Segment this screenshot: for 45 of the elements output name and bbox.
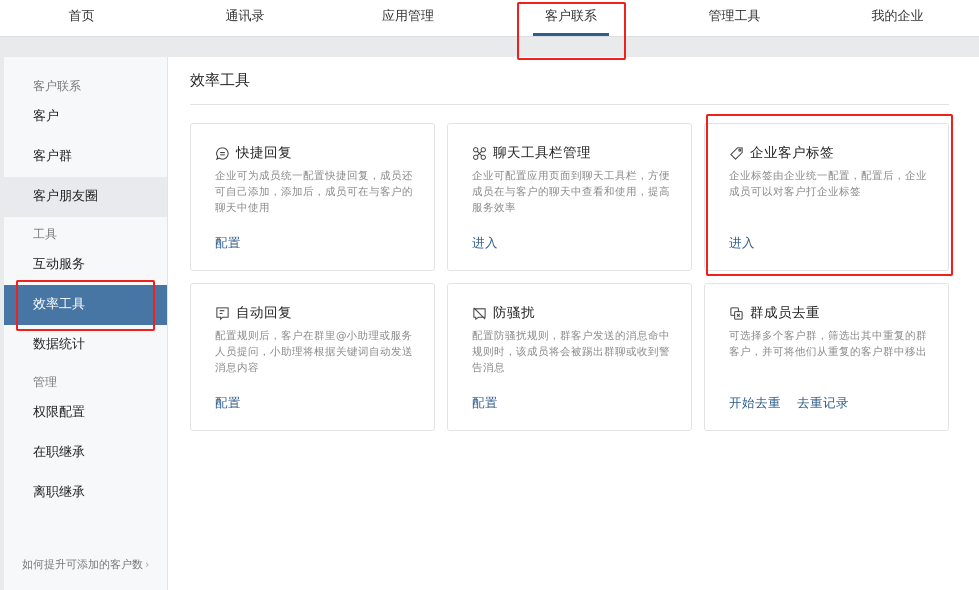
sidebar-item[interactable]: 互动服务 <box>4 245 167 285</box>
sidebar-item[interactable]: 客户 <box>4 97 167 137</box>
card-link[interactable]: 配置 <box>472 395 498 412</box>
card-title: 快捷回复 <box>236 144 292 162</box>
sidebar-item[interactable]: 数据统计 <box>4 325 167 365</box>
nav-tab[interactable]: 通讯录 <box>213 0 276 36</box>
card-description: 企业可配置应用页面到聊天工具栏，方便成员在与客户的聊天中查看和使用，提高服务效率 <box>472 169 671 216</box>
card-link[interactable]: 进入 <box>472 235 498 252</box>
card-link[interactable]: 去重记录 <box>797 395 849 412</box>
sidebar-item[interactable]: 权限配置 <box>4 393 167 433</box>
tag-icon <box>729 146 744 160</box>
sidebar-group-title: 管理 <box>32 374 58 391</box>
sidebar-group-title: 客户联系 <box>32 78 82 95</box>
sidebar-item[interactable]: 离职继承 <box>4 473 167 513</box>
card-description: 配置规则后，客户在群里@小助理或服务人员提问，小助理将根据关键词自动发送消息内容 <box>215 329 414 376</box>
card-description: 企业可为成员统一配置快捷回复，成员还可自己添加，添加后，成员可在与客户的聊天中使用 <box>215 169 414 216</box>
card-title: 企业客户标签 <box>750 144 834 162</box>
help-link[interactable]: 如何提升可添加的客户数 › <box>4 557 167 590</box>
message-icon <box>215 306 230 320</box>
card-link[interactable]: 开始去重 <box>729 395 781 412</box>
card-title: 防骚扰 <box>493 304 535 322</box>
copy-remove-icon <box>729 306 744 320</box>
nav-tab[interactable]: 管理工具 <box>696 0 772 36</box>
sidebar-item[interactable]: 在职继承 <box>4 433 167 473</box>
nav-tab[interactable]: 应用管理 <box>370 0 446 36</box>
sidebar-item[interactable]: 客户群 <box>4 137 167 177</box>
nav-tab[interactable]: 首页 <box>56 0 107 36</box>
sidebar-item[interactable]: 效率工具 <box>4 285 167 325</box>
card-description: 可选择多个客户群，筛选出其中重复的群客户，并可将他们从重复的客户群中移出 <box>729 329 928 360</box>
card-title: 群成员去重 <box>750 304 820 322</box>
nav-tab[interactable]: 我的企业 <box>859 0 936 36</box>
card-link[interactable]: 进入 <box>729 235 755 252</box>
card-title: 自动回复 <box>236 304 292 322</box>
card-link[interactable]: 配置 <box>215 235 241 252</box>
card-description: 企业标签由企业统一配置，配置后，企业成员可以对客户打企业标签 <box>729 169 928 200</box>
blocked-message-icon <box>472 306 487 320</box>
nav-tab[interactable]: 客户联系 <box>533 0 610 36</box>
page-title: 效率工具 <box>190 57 949 105</box>
card-link[interactable]: 配置 <box>215 395 241 412</box>
sidebar-item[interactable]: 客户朋友圈 <box>4 177 167 217</box>
sidebar-group-title: 工具 <box>32 226 58 243</box>
grid-icon <box>472 146 487 160</box>
card-title: 聊天工具栏管理 <box>493 144 591 162</box>
chat-bubble-icon <box>215 146 230 160</box>
card-description: 配置防骚扰规则，群客户发送的消息命中规则时，该成员将会被踢出群聊或收到警告消息 <box>472 329 671 376</box>
